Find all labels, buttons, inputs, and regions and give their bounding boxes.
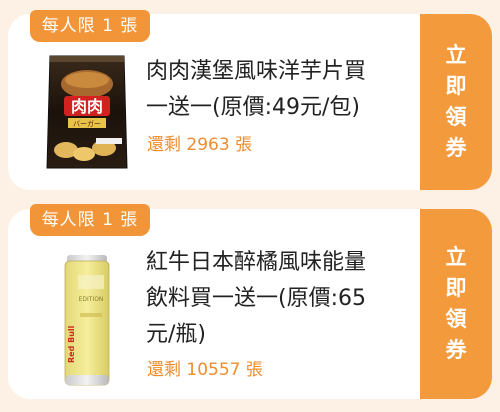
claim-char: 立 [445, 43, 467, 67]
can-brand-text: Red Bull [67, 325, 76, 363]
claim-char: 領 [445, 105, 467, 129]
svg-text:EDITION: EDITION [79, 296, 104, 303]
limit-badge: 每人限 1 張 [30, 10, 150, 42]
svg-text:バーガー: バーガー [73, 119, 101, 128]
claim-coupon-button[interactable]: 立 即 領 券 [414, 209, 492, 399]
claim-char: 立 [445, 245, 467, 269]
claim-char: 即 [445, 74, 467, 98]
claim-coupon-button[interactable]: 立 即 領 券 [414, 14, 492, 190]
remaining-count: 還剩 10557 張 [147, 360, 263, 380]
coupon-card-red-bull: Red Bull EDITION 紅牛日本醉橘風味能量 飲料買一送一(原價:65… [8, 209, 492, 399]
coupon-title: 紅牛日本醉橘風味能量 飲料買一送一(原價:65 元/瓶) [146, 250, 367, 347]
limit-badge: 每人限 1 張 [30, 204, 150, 236]
potato-chips-product-image: 肉肉 バーガー [46, 55, 128, 169]
red-bull-can-image: Red Bull EDITION [64, 255, 110, 386]
claim-char: 券 [445, 338, 467, 362]
coupon-title: 肉肉漢堡風味洋芋片買 一送一(原價:49元/包) [146, 59, 367, 120]
claim-char: 券 [445, 136, 467, 160]
remaining-count: 還剩 2963 張 [147, 135, 253, 155]
claim-char: 領 [445, 307, 467, 331]
svg-text:肉肉: 肉肉 [71, 97, 103, 116]
claim-char: 即 [445, 276, 467, 300]
